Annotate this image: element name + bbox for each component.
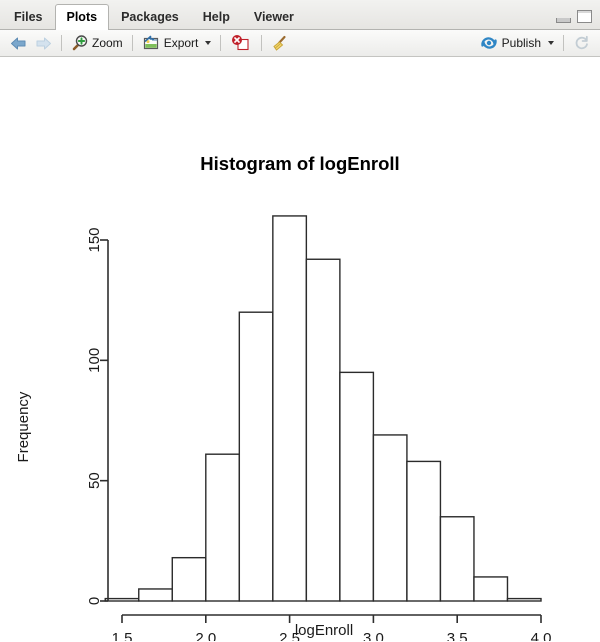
export-image-icon: [142, 35, 160, 51]
clear-all-plots-broom-icon: [271, 35, 289, 52]
y-axis-tick-label: 50: [86, 472, 103, 489]
y-axis-title: Frequency: [15, 391, 32, 462]
back-arrow-icon: [10, 36, 27, 51]
histogram-bar: [238, 311, 274, 602]
publish-icon: [480, 35, 498, 51]
histogram-bar: [439, 516, 475, 602]
histogram-bar: [171, 556, 207, 602]
histogram-bar: [506, 597, 542, 602]
x-axis-tick-label: 3.0: [363, 630, 384, 641]
export-label: Export: [163, 36, 199, 50]
publish-label: Publish: [501, 36, 541, 50]
histogram-bar: [372, 434, 408, 602]
tab-files-label: Files: [14, 10, 43, 24]
histogram-bar: [305, 258, 341, 602]
x-axis-tick-label: 1.5: [112, 630, 133, 641]
toolbar-separator-2: [131, 35, 133, 51]
y-axis-tick-label: 0: [86, 597, 103, 605]
histogram-plot: Histogram of logEnroll 1.5 2.0 2.5 3.0 3.5 4.…: [15, 153, 552, 641]
zoom-button[interactable]: Zoom: [67, 33, 127, 53]
y-axis-tick-labels: 0 50 100 150: [86, 227, 103, 605]
next-plot-button[interactable]: [31, 34, 56, 53]
tab-help[interactable]: Help: [191, 4, 242, 30]
x-axis-tick-label: 4.0: [531, 630, 552, 641]
pane-tab-bar: Files Plots Packages Help Viewer: [0, 0, 600, 30]
histogram-bar: [406, 460, 442, 602]
refresh-button[interactable]: [569, 33, 594, 53]
tab-packages[interactable]: Packages: [109, 4, 191, 30]
publish-chevron-down-icon: [548, 41, 554, 45]
y-axis-tick-label: 100: [86, 348, 103, 373]
plots-pane: Files Plots Packages Help Viewer Zoom Ex…: [0, 0, 600, 642]
toolbar-separator-4: [261, 35, 263, 51]
tab-plots[interactable]: Plots: [54, 4, 110, 30]
tab-viewer-label: Viewer: [253, 10, 294, 24]
plot-title: Histogram of logEnroll: [200, 153, 399, 174]
chevron-down-icon: [205, 41, 212, 45]
histogram-bars: [104, 215, 542, 602]
remove-plot-button[interactable]: [226, 33, 256, 53]
plot-canvas[interactable]: Histogram of logEnroll 1.5 2.0 2.5 3.0 3.5 4.…: [0, 57, 600, 641]
x-axis-tick-label: 3.5: [447, 630, 468, 641]
histogram-bar: [138, 588, 173, 602]
remove-plot-icon: [230, 35, 252, 51]
forward-arrow-icon: [35, 36, 52, 51]
x-axis-tick-label: 2.0: [195, 630, 216, 641]
publish-button[interactable]: Publish: [476, 33, 558, 53]
tab-help-label: Help: [202, 10, 230, 24]
toolbar-separator-3: [220, 35, 222, 51]
tab-files[interactable]: Files: [2, 4, 55, 30]
histogram-bar: [104, 597, 140, 602]
tab-plots-label: Plots: [66, 10, 98, 24]
histogram-bar: [272, 215, 308, 602]
toolbar-separator-1: [61, 35, 62, 51]
tab-viewer[interactable]: Viewer: [242, 4, 306, 30]
toolbar-separator-5: [563, 35, 564, 51]
window-controls: [556, 10, 592, 23]
magnifier-plus-icon: [71, 35, 88, 51]
previous-plot-button[interactable]: [6, 34, 31, 53]
histogram-bar: [473, 576, 509, 602]
export-button[interactable]: Export: [138, 33, 216, 53]
histogram-bar: [205, 453, 241, 602]
x-axis-title: logEnroll: [295, 622, 353, 639]
refresh-icon: [573, 35, 590, 51]
maximize-pane-button[interactable]: [577, 10, 592, 23]
clear-all-plots-button[interactable]: [267, 33, 293, 54]
zoom-label: Zoom: [92, 36, 123, 50]
tab-packages-label: Packages: [121, 10, 179, 24]
y-axis-tick-label: 150: [86, 227, 103, 252]
plots-toolbar: Zoom Export Publish: [0, 30, 600, 57]
minimize-pane-button[interactable]: [556, 18, 571, 23]
histogram-bar: [339, 371, 375, 602]
